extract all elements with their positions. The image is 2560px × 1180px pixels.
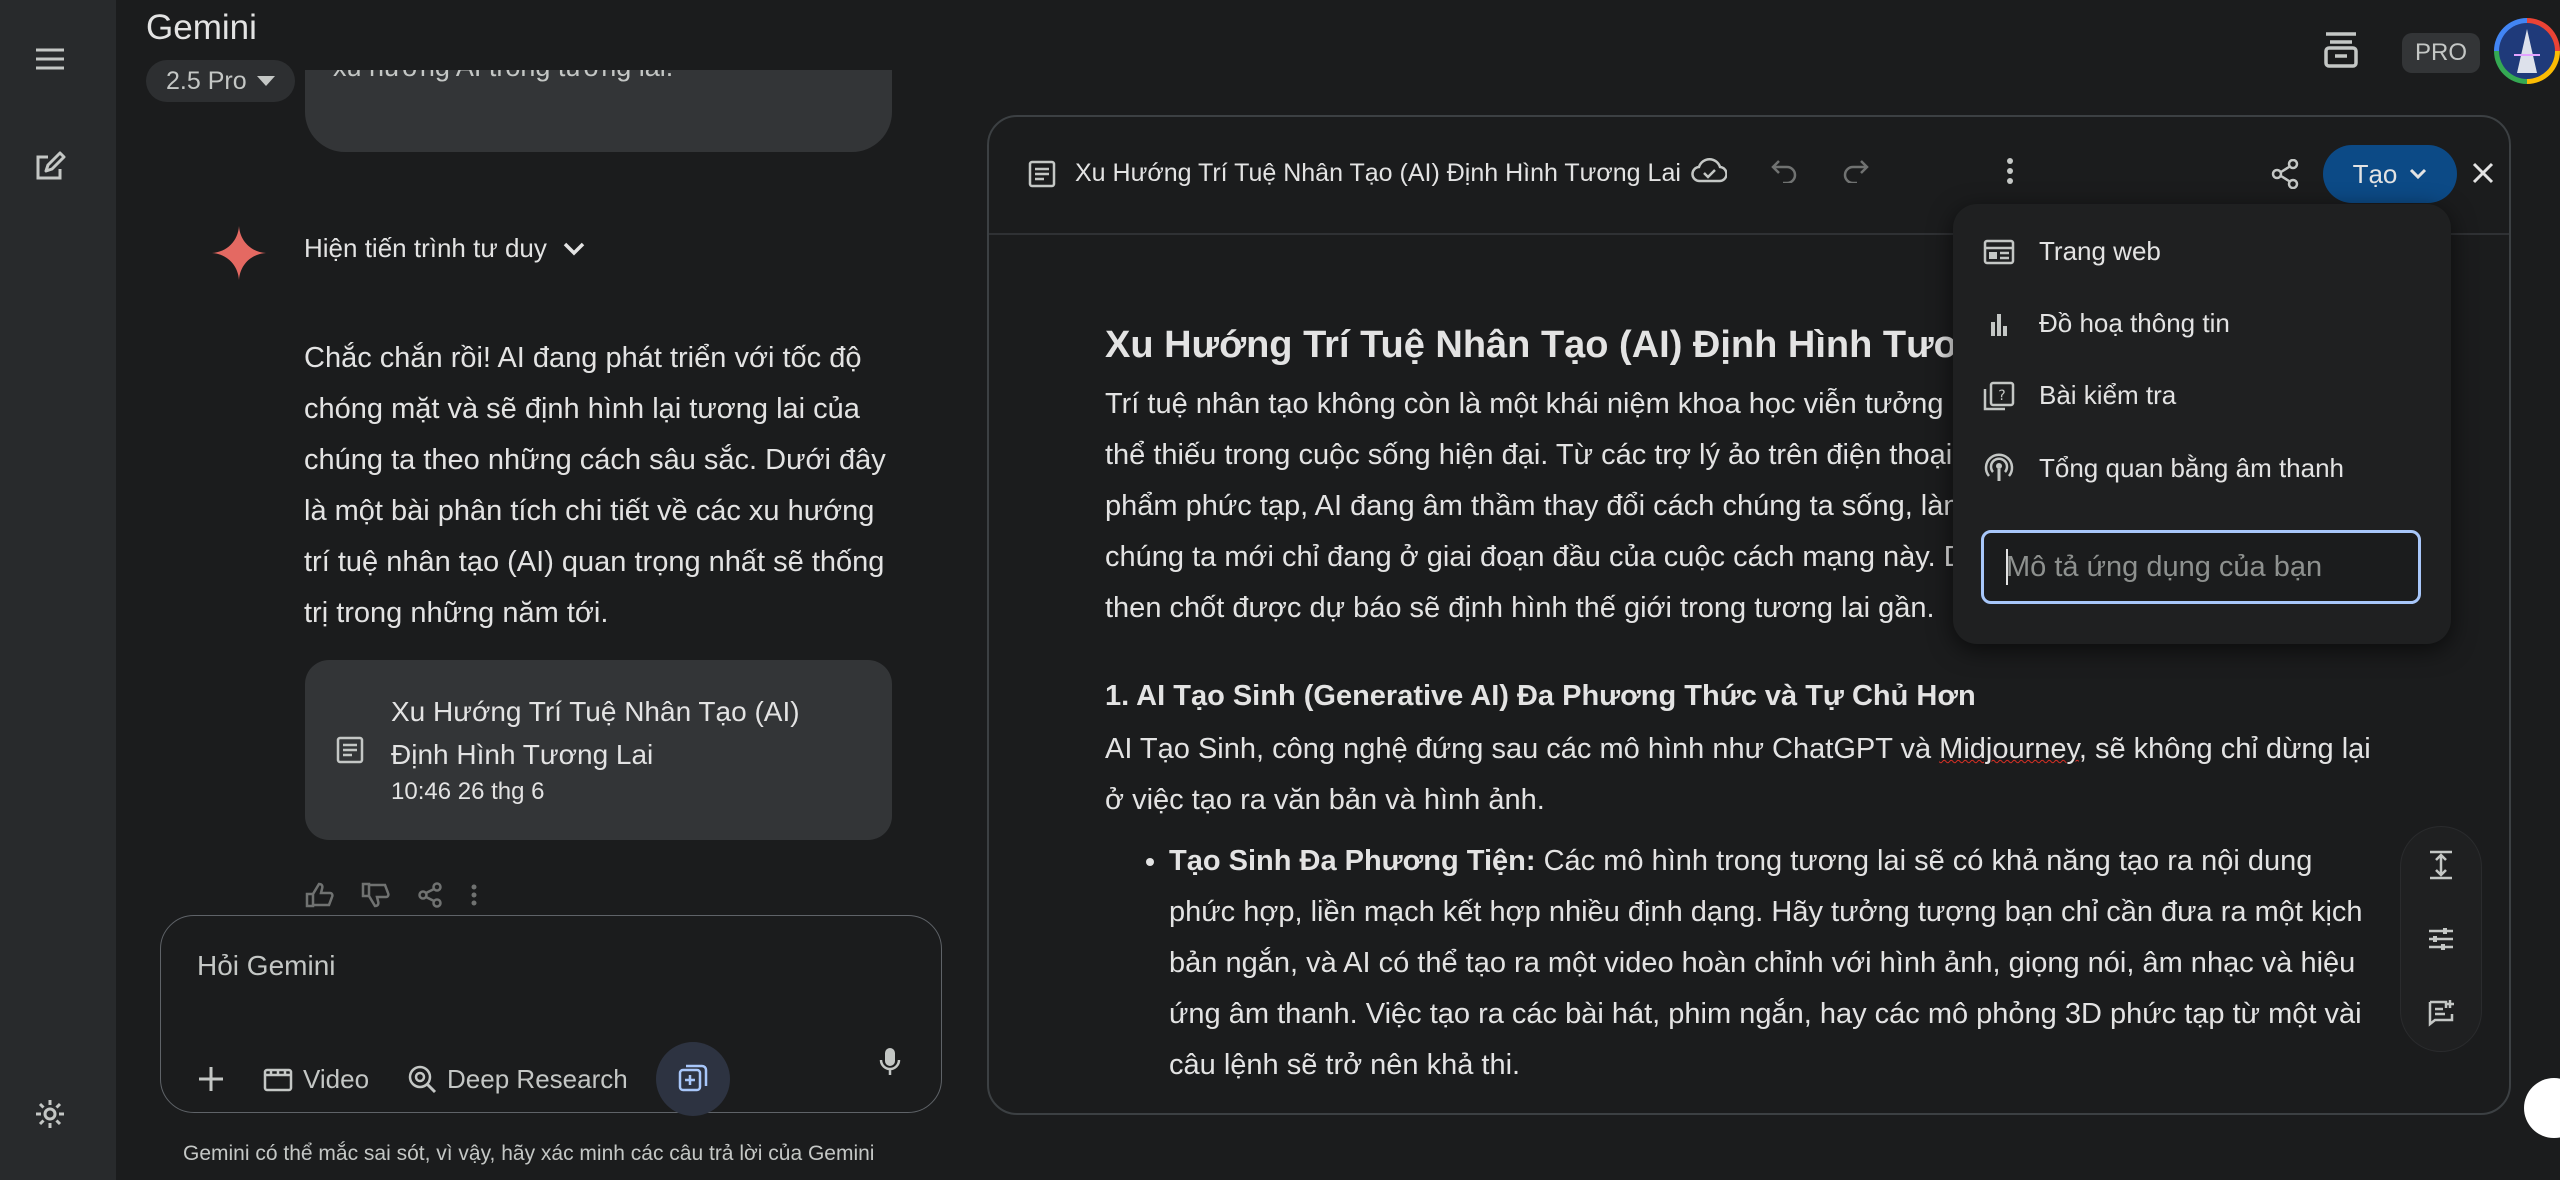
archive-icon[interactable] [2322,30,2360,70]
model-label: 2.5 Pro [166,66,247,95]
menu-item-audio-overview[interactable]: Tổng quan bằng âm thanh [1983,452,2344,484]
document-card-time: 10:46 26 thg 6 [391,778,545,805]
caret-down-icon [256,76,275,86]
video-tool-button[interactable]: Video [263,1064,369,1095]
redo-icon[interactable] [1843,159,1869,183]
bullet-list: Tạo Sinh Đa Phương Tiện: Các mô hình tro… [1105,836,2375,1091]
close-icon[interactable] [2471,161,2495,185]
canvas-tool-button[interactable] [655,1042,730,1116]
describe-app-input[interactable] [1984,533,2418,601]
svg-text:?: ? [1998,388,2005,404]
chevron-down-icon [563,242,585,256]
gemini-sparkle-icon [212,226,266,280]
create-menu: Trang web Đồ hoạ thông tin ? Bài kiểm tr… [1953,204,2451,644]
microphone-icon[interactable] [879,1046,901,1078]
deep-research-button[interactable]: Deep Research [407,1064,628,1095]
canvas-title: Xu Hướng Trí Tuệ Nhân Tạo (AI) Định Hình… [1075,159,1681,187]
web-page-icon [1983,239,2015,265]
model-selector[interactable]: 2.5 Pro [146,60,295,102]
tune-icon[interactable] [2427,926,2455,952]
create-label: Tạo [2352,158,2398,189]
share-icon[interactable] [2271,159,2299,189]
undo-icon[interactable] [1771,159,1797,183]
podcast-icon [1983,452,2015,484]
canvas-icon [677,1063,709,1095]
prompt-box: Hỏi Gemini Video Deep Research [160,915,942,1116]
show-thinking-toggle[interactable]: Hiện tiến trình tư duy [304,233,585,264]
video-tool-label: Video [303,1063,370,1094]
thumbs-down-icon[interactable] [361,882,391,908]
menu-icon[interactable] [20,29,80,89]
spellcheck-word[interactable]: Midjourney [1939,733,2079,765]
section-paragraph: AI Tạo Sinh, công nghệ đứng sau các mô h… [1105,724,2375,826]
previous-user-message: xu hướng AI trong tương lai. [305,70,892,152]
menu-item-quiz[interactable]: ? Bài kiểm tra [1983,380,2176,411]
deep-research-icon [407,1064,437,1094]
plus-icon[interactable] [197,1065,225,1093]
thumbs-up-icon[interactable] [305,882,335,908]
video-icon [263,1066,293,1092]
paragraph-text: AI Tạo Sinh, công nghệ đứng sau các mô h… [1105,733,1940,765]
prompt-toolbar: Video Deep Research [197,1042,730,1116]
menu-item-label: Bài kiểm tra [2039,380,2177,410]
adjust-length-icon[interactable] [2428,850,2454,880]
menu-item-label: Tổng quan bằng âm thanh [2039,452,2345,483]
quiz-icon: ? [1983,381,2015,411]
assistant-answer: Chắc chắn rồi! AI đang phát triển với tố… [304,342,886,629]
edit-icon[interactable] [20,137,80,197]
disclaimer: Gemini có thể mắc sai sót, vì vậy, hãy x… [183,1142,875,1165]
suggest-edits-icon[interactable] [2426,998,2456,1028]
more-vert-icon[interactable] [2005,157,2015,185]
avatar[interactable] [2494,18,2560,84]
app-title: Gemini [146,8,257,47]
document-icon [1027,159,1057,189]
canvas-side-tools [2401,827,2481,1051]
list-item: Tạo Sinh Đa Phương Tiện: Các mô hình tro… [1169,836,2375,1091]
create-button[interactable]: Tạo [2323,145,2457,203]
settings-icon[interactable] [20,1084,80,1144]
bar-chart-icon [1983,310,2015,338]
response-actions [305,882,479,908]
bullet-bold: Tạo Sinh Đa Phương Tiện: [1169,845,1536,877]
section-heading: 1. AI Tạo Sinh (Generative AI) Đa Phương… [1105,680,1976,712]
document-card-title: Xu Hướng Trí Tuệ Nhân Tạo (AI) Định Hình… [391,696,800,770]
more-vert-icon[interactable] [469,882,479,908]
menu-item-label: Trang web [2039,236,2161,266]
menu-item-label: Đồ hoạ thông tin [2039,308,2230,338]
prompt-input[interactable]: Hỏi Gemini [197,950,335,982]
document-card[interactable]: Xu Hướng Trí Tuệ Nhân Tạo (AI) Định Hình… [305,660,892,840]
bullet-text: Các mô hình trong tương lai sẽ có khả nă… [1169,845,2363,1081]
menu-item-web-page[interactable]: Trang web [1983,236,2161,267]
previous-user-text: xu hướng AI trong tương lai. [333,70,673,83]
side-rail [0,0,116,1180]
cloud-saved-icon[interactable] [1691,157,1727,183]
thinking-label: Hiện tiến trình tư duy [304,233,547,263]
share-icon[interactable] [417,882,443,908]
describe-app-field[interactable] [1981,530,2421,604]
pro-badge: PRO [2402,33,2480,73]
deep-research-label: Deep Research [447,1063,628,1094]
chevron-down-icon [2409,168,2427,180]
menu-item-infographic[interactable]: Đồ hoạ thông tin [1983,308,2230,339]
document-icon [335,735,365,765]
floating-assistant-bubble[interactable] [2524,1078,2560,1138]
